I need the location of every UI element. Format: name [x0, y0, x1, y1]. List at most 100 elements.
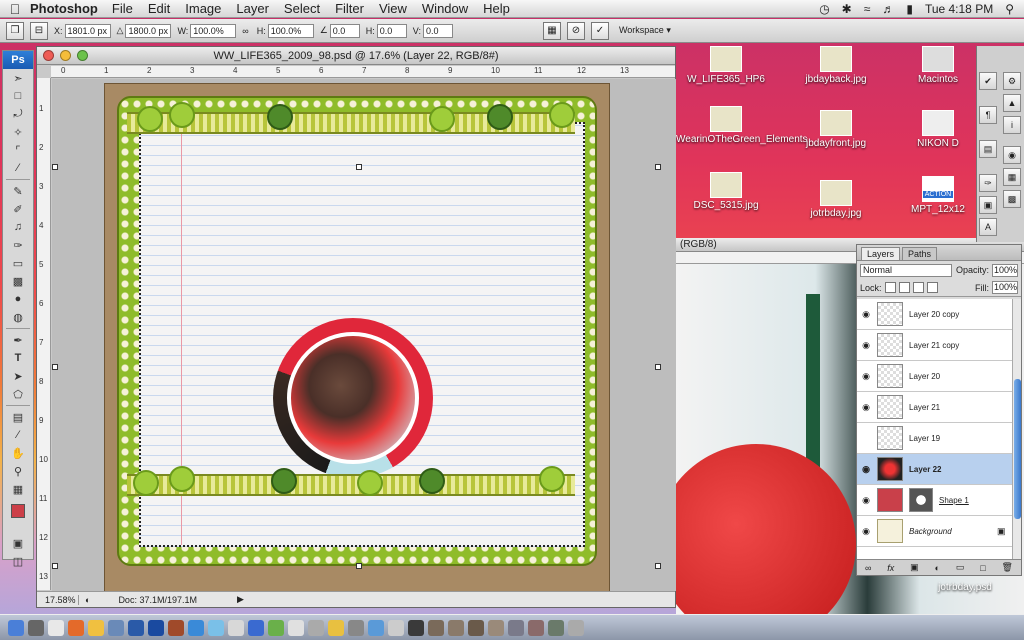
menu-view[interactable]: View	[379, 1, 407, 16]
scrollbar-thumb[interactable]	[1014, 379, 1021, 519]
menu-edit[interactable]: Edit	[148, 1, 170, 16]
styles-icon[interactable]: ▩	[1003, 190, 1021, 208]
lightroom-icon[interactable]	[128, 619, 144, 636]
app-icon[interactable]	[208, 619, 224, 636]
quick-select-tool-icon[interactable]: ✧	[3, 123, 33, 141]
eye-icon[interactable]: ◉	[857, 495, 875, 506]
desktop-icon[interactable]: jbdayfront.jpg	[786, 110, 886, 149]
link-icon[interactable]: ∞	[242, 26, 248, 36]
layer-row[interactable]: ◉ Background ▣	[857, 516, 1013, 547]
scrapbook-page[interactable]	[104, 83, 610, 593]
healing-brush-tool-icon[interactable]: ✎	[3, 182, 33, 200]
brushes-icon[interactable]: ✑	[979, 174, 997, 192]
lock-position-icon[interactable]	[912, 282, 924, 293]
volume-icon[interactable]: ♬	[882, 2, 894, 16]
swatches-icon[interactable]: ▦	[1003, 168, 1021, 186]
marquee-tool-icon[interactable]: □	[3, 87, 33, 105]
hand-tool-icon[interactable]: ✋	[3, 444, 33, 462]
menu-layer[interactable]: Layer	[236, 1, 269, 16]
crop-tool-icon[interactable]: ⌜	[3, 141, 33, 159]
eraser-tool-icon[interactable]: ▭	[3, 254, 33, 272]
notes-panel-icon[interactable]: ▤	[979, 140, 997, 158]
desktop-icon[interactable]: jbdayback.jpg	[786, 46, 886, 85]
desktop-icon[interactable]: jotrbday.jpg	[786, 180, 886, 219]
new-group-icon[interactable]: ▭	[956, 562, 965, 573]
eye-icon[interactable]: ◉	[857, 371, 875, 382]
default-colors-icon[interactable]: ▦	[3, 480, 33, 498]
layer-row[interactable]: ◉ Layer 20 copy	[857, 299, 1013, 330]
mail-icon[interactable]	[48, 619, 64, 636]
cancel-transform-icon[interactable]: ⊘	[566, 21, 585, 40]
layer-row[interactable]: ◉ Layer 21	[857, 392, 1013, 423]
link-layers-icon[interactable]: ∞	[865, 563, 871, 573]
status-popup-arrow-icon[interactable]: ▶	[237, 594, 244, 605]
delete-layer-icon[interactable]: 🗑	[1002, 562, 1013, 573]
bridge-icon[interactable]	[168, 619, 184, 636]
horizontal-ruler[interactable]: 0 1 2 3 4 5 6 7 8 9 10 11 12 13	[51, 66, 675, 78]
path-select-tool-icon[interactable]: ➤	[3, 367, 33, 385]
desktop-icon[interactable]: ACTION MPT_12x12	[900, 176, 976, 215]
menu-select[interactable]: Select	[284, 1, 320, 16]
desktop-icon[interactable]: NIKON D	[900, 110, 976, 149]
document-title-bar[interactable]: WW_LIFE365_2009_98.psd @ 17.6% (Layer 22…	[37, 47, 675, 65]
stickies-icon[interactable]	[88, 619, 104, 636]
menu-filter[interactable]: Filter	[335, 1, 364, 16]
trash-icon[interactable]	[568, 619, 584, 636]
height-input[interactable]: 100.0%	[267, 23, 314, 38]
battery-icon[interactable]: ▮	[906, 2, 913, 16]
zoom-tool-icon[interactable]: ⚲	[3, 462, 33, 480]
add-mask-icon[interactable]: ▣	[910, 562, 919, 573]
transform-tool-icon[interactable]: ❒	[6, 21, 24, 40]
new-layer-icon[interactable]: □	[980, 563, 985, 573]
transform-handle[interactable]	[52, 164, 58, 170]
minimized-window-icon[interactable]	[488, 619, 504, 636]
photoshop-icon[interactable]	[148, 619, 164, 636]
transform-handle[interactable]	[655, 164, 661, 170]
color-panel-icon[interactable]: ◉	[1003, 146, 1021, 164]
safari-icon[interactable]	[368, 619, 384, 636]
blend-mode-select[interactable]: Normal	[860, 263, 952, 277]
navigator-icon[interactable]: ⚙	[1003, 72, 1021, 90]
firefox-icon[interactable]	[68, 619, 84, 636]
app-icon[interactable]	[388, 619, 404, 636]
eye-icon[interactable]: ◉	[857, 309, 875, 320]
spotlight-icon[interactable]: ⚲	[1005, 2, 1014, 16]
h-skew-input[interactable]: 0.0	[376, 23, 407, 38]
lock-transparency-icon[interactable]	[884, 282, 896, 293]
warp-icon[interactable]: ▦	[542, 21, 561, 40]
histogram-icon[interactable]: ▲	[1003, 94, 1021, 112]
wifi-icon[interactable]: ≈	[864, 2, 871, 16]
tab-paths[interactable]: Paths	[902, 247, 938, 260]
blur-tool-icon[interactable]: ●	[3, 290, 33, 308]
app-icon[interactable]	[108, 619, 124, 636]
menu-file[interactable]: File	[112, 1, 133, 16]
pen-tool-icon[interactable]: ✒	[3, 331, 33, 349]
lock-pixels-icon[interactable]	[898, 282, 910, 293]
width-input[interactable]: 100.0%	[190, 23, 237, 38]
app-icon[interactable]	[348, 619, 364, 636]
transform-handle[interactable]	[356, 164, 362, 170]
commit-transform-icon[interactable]: ✓	[590, 21, 609, 40]
status-menu-icon[interactable]: ◐	[85, 595, 90, 605]
lasso-tool-icon[interactable]: ⤾	[3, 105, 33, 123]
transform-handle[interactable]	[655, 364, 661, 370]
layer-mask-thumbnail[interactable]	[909, 488, 933, 512]
desktop-icon[interactable]: Macintos	[900, 46, 976, 85]
quick-mask-icon[interactable]: ▣	[3, 534, 33, 552]
type-tool-icon[interactable]: T	[3, 349, 33, 367]
transform-handle[interactable]	[52, 364, 58, 370]
color-sampler-tool-icon[interactable]: ⁄	[3, 426, 33, 444]
adjustment-layer-icon[interactable]: ◐	[935, 563, 940, 573]
dodge-tool-icon[interactable]: ◍	[3, 308, 33, 326]
opacity-input[interactable]: 100%	[992, 263, 1018, 277]
info-icon[interactable]: i	[1003, 116, 1021, 134]
tool-presets-icon[interactable]: ✔	[979, 72, 997, 90]
finder-icon[interactable]	[8, 619, 24, 636]
tab-layers[interactable]: Layers	[861, 247, 901, 260]
history-brush-tool-icon[interactable]: ✑	[3, 236, 33, 254]
desktop-icon[interactable]: W_LIFE365_HP6	[676, 46, 776, 85]
eye-icon[interactable]: ◉	[857, 402, 875, 413]
notes-tool-icon[interactable]: ▤	[3, 408, 33, 426]
desktop-icon[interactable]: jotrbday.psd	[920, 582, 1010, 593]
minimized-window-icon[interactable]	[468, 619, 484, 636]
